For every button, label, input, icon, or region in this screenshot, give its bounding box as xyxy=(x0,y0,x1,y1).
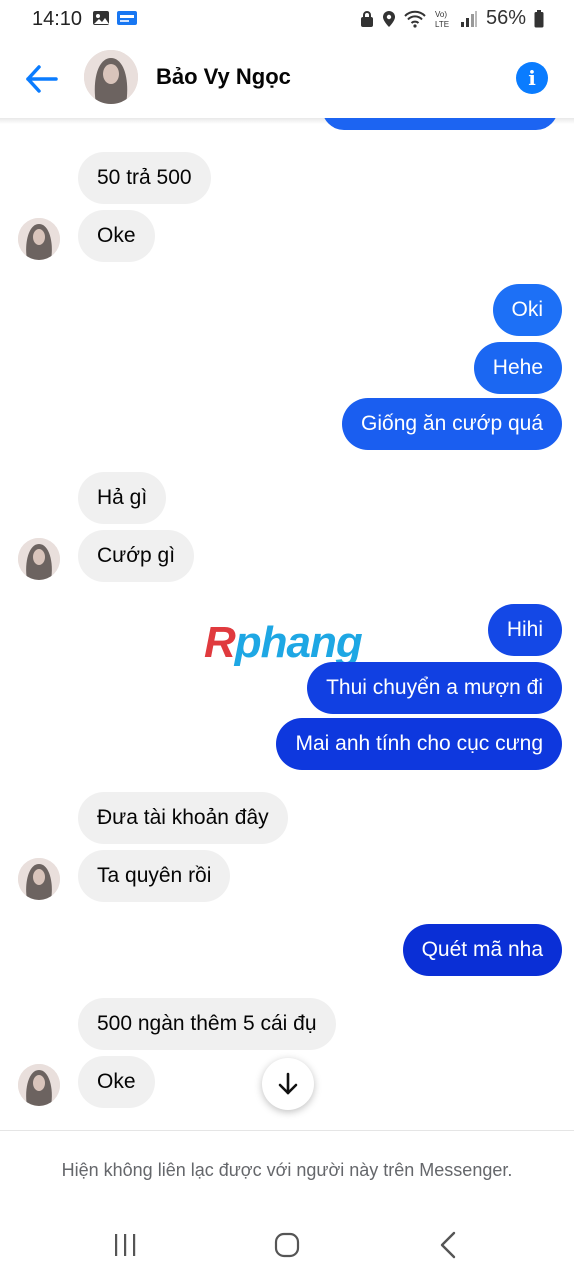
home-icon[interactable] xyxy=(274,1232,300,1258)
message-bubble-outgoing[interactable]: Hehe xyxy=(473,342,562,394)
chat-header: Bảo Vy Ngọc i xyxy=(0,40,574,118)
message-bubble-incoming[interactable]: Oke xyxy=(78,210,155,262)
message-bubble-incoming[interactable]: Hả gì xyxy=(78,472,167,524)
message-bubble-incoming[interactable]: Cướp gì xyxy=(78,530,195,582)
message-bubble-incoming[interactable]: Ta quyên rồi xyxy=(78,850,231,902)
unavailable-notice: Hiện không liên lạc được với người này t… xyxy=(61,1160,513,1180)
info-button[interactable]: i xyxy=(516,62,548,94)
contact-avatar[interactable] xyxy=(84,50,138,104)
sender-avatar[interactable] xyxy=(18,1064,60,1106)
back-button[interactable] xyxy=(24,62,60,96)
svg-text:LTE: LTE xyxy=(435,20,449,29)
system-nav-bar xyxy=(0,1210,574,1280)
scroll-to-bottom-button[interactable] xyxy=(262,1058,314,1110)
message-bubble-outgoing[interactable]: Hihi xyxy=(487,604,562,656)
message-bubble-outgoing[interactable]: Oki xyxy=(492,284,562,336)
message-list[interactable]: 50 trả 500 Oke Oki Hehe Giống ăn cướp qu… xyxy=(0,118,574,1130)
recents-icon[interactable] xyxy=(112,1232,138,1258)
watermark-first-letter: R xyxy=(204,618,236,667)
sender-avatar[interactable] xyxy=(18,858,60,900)
message-bubble-outgoing[interactable]: Mai anh tính cho cục cưng xyxy=(276,718,562,770)
info-icon: i xyxy=(528,66,536,90)
message-bubble-outgoing[interactable]: Thui chuyển a mượn đi xyxy=(307,662,562,714)
message-bubble-incoming[interactable]: 50 trả 500 xyxy=(78,152,211,204)
status-time: 14:10 xyxy=(32,8,83,30)
lock-icon xyxy=(360,10,374,28)
message-bubble-outgoing[interactable]: Giống ăn cướp quá xyxy=(342,398,562,450)
sender-avatar[interactable] xyxy=(18,538,60,580)
message-bubble-incoming[interactable]: Oke xyxy=(78,1056,155,1108)
contact-name[interactable]: Bảo Vy Ngọc xyxy=(156,64,291,90)
message-bubble-incoming[interactable]: Đưa tài khoản đây xyxy=(78,792,288,844)
svg-text:Vo): Vo) xyxy=(435,10,447,19)
sender-avatar[interactable] xyxy=(18,218,60,260)
signal-icon xyxy=(460,10,478,28)
watermark-logo: Rphang xyxy=(204,618,363,668)
arrow-left-icon xyxy=(26,65,58,93)
back-icon[interactable] xyxy=(436,1230,462,1260)
message-bubble-incoming[interactable]: 500 ngàn thêm 5 cái đụ xyxy=(78,998,336,1050)
message-bubble-outgoing-partial[interactable] xyxy=(322,118,558,130)
gallery-icon xyxy=(92,10,110,26)
wifi-icon xyxy=(404,10,426,28)
battery-percent: 56% xyxy=(485,7,526,29)
watermark-text: phang xyxy=(234,618,363,667)
arrow-down-icon xyxy=(278,1072,298,1095)
message-bubble-outgoing[interactable]: Quét mã nha xyxy=(402,924,562,976)
location-icon xyxy=(382,10,396,28)
footer-divider xyxy=(0,1130,574,1131)
battery-icon xyxy=(534,9,544,28)
status-bar: 14:10 Vo) LTE 56% xyxy=(0,0,574,40)
volte-icon: Vo) LTE xyxy=(434,9,452,29)
app-notification-icon xyxy=(116,10,138,26)
